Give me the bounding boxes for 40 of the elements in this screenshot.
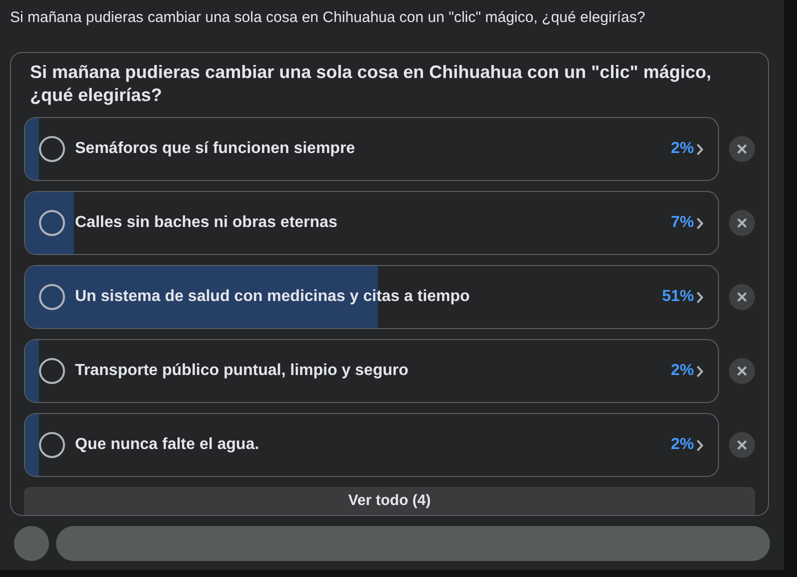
remove-option-button[interactable] — [729, 358, 755, 384]
chevron-right-icon — [696, 142, 704, 156]
close-icon — [736, 143, 748, 155]
close-icon — [736, 217, 748, 229]
close-icon — [736, 291, 748, 303]
radio-icon — [39, 284, 65, 310]
poll-option[interactable]: Calles sin baches ni obras eternas 7% — [24, 191, 720, 255]
radio-icon — [39, 432, 65, 458]
vote-percent: 2% — [670, 361, 694, 381]
poll-option[interactable]: Un sistema de salud con medicinas y citas a tiempo 51% — [24, 265, 720, 329]
radio-icon — [39, 136, 65, 162]
remove-option-button[interactable] — [729, 136, 755, 162]
vote-percent: 7% — [670, 213, 694, 233]
avatar — [14, 526, 49, 560]
radio-icon — [39, 210, 65, 236]
close-icon — [736, 365, 748, 377]
option-label: Calles sin baches ni obras eternas — [75, 213, 338, 233]
comment-field[interactable] — [56, 526, 770, 560]
chevron-right-icon — [696, 364, 704, 378]
chevron-right-icon — [696, 290, 704, 304]
vote-percent: 51% — [662, 287, 694, 307]
chevron-right-icon — [696, 216, 704, 230]
poll-option[interactable]: Transporte público puntual, limpio y seguro 2% — [24, 339, 720, 403]
poll-option[interactable]: Que nunca falte el agua. 2% — [24, 413, 720, 477]
chevron-right-icon — [696, 438, 704, 452]
remove-option-button[interactable] — [729, 284, 755, 310]
option-label: Un sistema de salud con medicinas y citas a tiempo — [75, 287, 471, 307]
radio-icon — [39, 358, 65, 384]
remove-option-button[interactable] — [729, 210, 755, 236]
poll-question: Si mañana pudieras cambiar una sola cosa en Chihuahua con un "clic" mágico, ¿qué elegirías? — [29, 61, 712, 107]
post-text: Si mañana pudieras cambiar una sola cosa en Chihuahua con un "clic" mágico, ¿qué elegirías? — [9, 8, 646, 28]
remove-option-button[interactable] — [729, 432, 755, 458]
option-label: Que nunca falte el agua. — [75, 435, 260, 455]
option-label: Transporte público puntual, limpio y seguro — [75, 361, 410, 381]
option-label: Semáforos que sí funcionen siempre — [75, 139, 356, 159]
vote-percent: 2% — [670, 435, 694, 455]
poll-option[interactable]: Semáforos que sí funcionen siempre 2% — [24, 117, 720, 181]
vote-percent: 2% — [670, 139, 694, 159]
see-all-button[interactable]: Ver todo (4) — [24, 487, 755, 515]
close-icon — [736, 439, 748, 451]
